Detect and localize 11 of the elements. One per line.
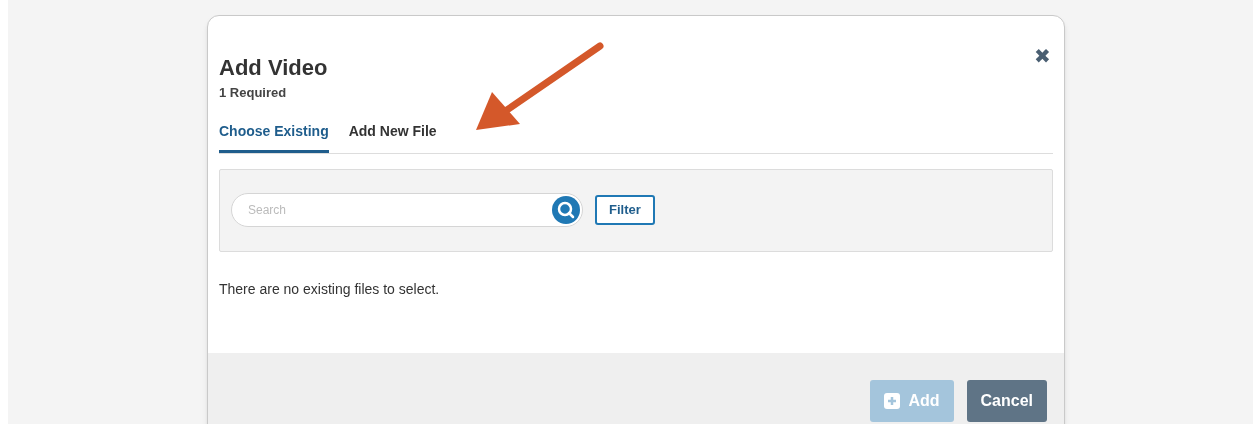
cancel-button[interactable]: Cancel [966, 380, 1047, 422]
tab[interactable]: Add New File [348, 120, 437, 153]
tab[interactable]: Choose Existing [219, 120, 329, 153]
empty-message: There are no existing files to select. [219, 279, 441, 299]
search-icon[interactable] [552, 196, 580, 224]
filter-button[interactable]: Filter [595, 195, 655, 225]
dialog-subtitle: 1 Required [219, 84, 288, 102]
plus-icon [884, 393, 901, 409]
search-field[interactable]: Search [231, 193, 583, 227]
close-button[interactable]: ✖ [1034, 46, 1051, 66]
dialog-title: Add Video [219, 54, 328, 82]
